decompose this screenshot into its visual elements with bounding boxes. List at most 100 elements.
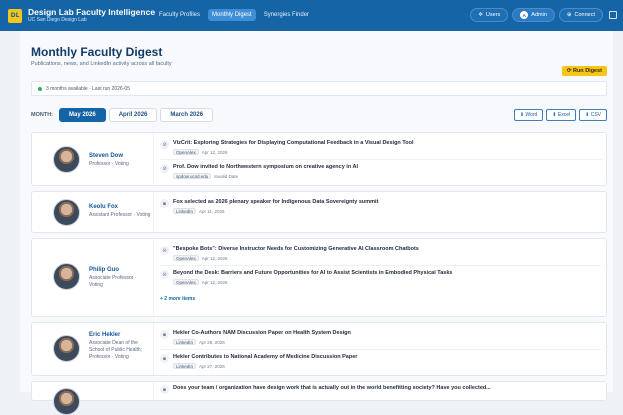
source-tag: LinkedIn bbox=[173, 339, 197, 345]
link-icon: ⊘ bbox=[160, 246, 169, 255]
page-title: Monthly Faculty Digest bbox=[31, 45, 163, 59]
export-csv-label: CSV bbox=[590, 112, 601, 118]
item-title[interactable]: Beyond the Desk: Barriers and Future Opp… bbox=[173, 270, 452, 276]
app-logo: DL bbox=[8, 8, 22, 23]
faculty-card: ▪ Does your team / organization have des… bbox=[31, 381, 607, 415]
users-icon: ✲ bbox=[478, 12, 483, 18]
month-label: MONTH: bbox=[31, 112, 53, 118]
month-april-2026[interactable]: April 2026 bbox=[108, 108, 158, 122]
item-meta: LinkedIn Apr 27, 2026 bbox=[173, 363, 225, 369]
item-divider bbox=[160, 159, 602, 160]
admin-menu-button[interactable]: A Admin bbox=[512, 8, 555, 22]
export-excel-label: Excel bbox=[557, 112, 571, 118]
month-march-2026[interactable]: March 2026 bbox=[160, 108, 214, 122]
export-csv-button[interactable]: ⬇ CSV bbox=[579, 109, 607, 121]
digest-item[interactable]: ⊘ Beyond the Desk: Barriers and Future O… bbox=[160, 270, 600, 286]
faculty-name[interactable]: Steven Dow bbox=[89, 153, 123, 159]
digest-item[interactable]: ⊘ Prof. Dow invited to Northwestern symp… bbox=[160, 164, 600, 180]
item-meta: OpenAlex Apr 12, 2026 bbox=[173, 279, 228, 285]
avatar[interactable] bbox=[53, 388, 80, 415]
faculty-profile bbox=[32, 382, 154, 415]
connect-button[interactable]: ⊕ Connect bbox=[558, 8, 603, 22]
tab-synergies-finder[interactable]: Synergies Finder bbox=[260, 9, 313, 21]
faculty-profile: Philip Guo Associate Professor · Voting bbox=[32, 239, 154, 316]
run-digest-label: Run Digest bbox=[572, 68, 602, 74]
export-buttons: ⬇ Word ⬇ Excel ⬇ CSV bbox=[513, 109, 607, 121]
briefcase-icon: ▪ bbox=[160, 354, 169, 363]
faculty-role: Professor · Voting bbox=[89, 161, 129, 167]
item-date: Apr 28, 2026 bbox=[199, 339, 225, 345]
page-subtitle: Publications, news, and LinkedIn activit… bbox=[31, 61, 172, 67]
tab-faculty-profiles[interactable]: Faculty Profiles bbox=[155, 9, 204, 21]
briefcase-icon: ▪ bbox=[160, 199, 169, 208]
digest-item[interactable]: ▪ Hekler Co-Authors NAM Discussion Paper… bbox=[160, 330, 600, 346]
faculty-role: Associate Dean of the School of Public H… bbox=[89, 340, 143, 360]
item-title[interactable]: "Bespoke Bots": Diverse Instructor Needs… bbox=[173, 246, 419, 252]
run-digest-button[interactable]: ⟳ Run Digest bbox=[561, 66, 607, 76]
faculty-name[interactable]: Philip Guo bbox=[89, 267, 119, 273]
status-text: 3 months available · Last run 2026-05 bbox=[46, 85, 130, 92]
avatar[interactable] bbox=[53, 199, 80, 226]
export-excel-button[interactable]: ⬇ Excel bbox=[546, 109, 577, 121]
faculty-name[interactable]: Eric Hekler bbox=[89, 332, 120, 338]
digest-item[interactable]: ⊘ VizCrit: Exploring Strategies for Disp… bbox=[160, 140, 600, 156]
faculty-card: Steven Dow Professor · Voting ⊘ VizCrit:… bbox=[31, 132, 607, 186]
link-icon: ⊘ bbox=[160, 270, 169, 279]
main-nav: Faculty Profiles Monthly Digest Synergie… bbox=[155, 9, 313, 21]
tab-monthly-digest[interactable]: Monthly Digest bbox=[208, 9, 256, 21]
item-meta: OpenAlex Apr 12, 2026 bbox=[173, 149, 228, 155]
item-meta: OpenAlex Apr 12, 2026 bbox=[173, 255, 228, 261]
source-tag: OpenAlex bbox=[173, 149, 199, 155]
item-title[interactable]: Does your team / organization have desig… bbox=[173, 385, 491, 391]
digest-item[interactable]: ▪ Hekler Contributes to National Academy… bbox=[160, 354, 600, 370]
faculty-role: Associate Professor · Voting bbox=[89, 275, 137, 288]
status-dot-icon bbox=[38, 86, 42, 91]
logout-icon[interactable] bbox=[609, 11, 617, 19]
item-title[interactable]: Hekler Co-Authors NAM Discussion Paper o… bbox=[173, 330, 351, 336]
top-bar: DL Design Lab Faculty Intelligence UC Sa… bbox=[0, 0, 623, 31]
digest-item[interactable]: ▪ Fox selected as 2026 plenary speaker f… bbox=[160, 199, 600, 215]
faculty-card: Eric Hekler Associate Dean of the School… bbox=[31, 322, 607, 376]
more-items-link[interactable]: + 2 more items bbox=[160, 296, 195, 302]
link-icon: ⊘ bbox=[160, 140, 169, 149]
export-word-button[interactable]: ⬇ Word bbox=[513, 109, 544, 121]
top-right-actions: ✲ Users A Admin ⊕ Connect bbox=[470, 8, 617, 22]
item-date: Apr 11, 2026 bbox=[199, 208, 225, 214]
digest-item[interactable]: ⊘ "Bespoke Bots": Diverse Instructor Nee… bbox=[160, 246, 600, 262]
month-may-2026[interactable]: May 2026 bbox=[59, 108, 106, 122]
faculty-profile: Keolu Fox Assistant Professor · Voting bbox=[32, 192, 154, 232]
source-tag: OpenAlex bbox=[173, 279, 199, 285]
item-date: Apr 27, 2026 bbox=[199, 363, 225, 369]
users-label: Users bbox=[485, 12, 501, 18]
brand: Design Lab Faculty Intelligence UC San D… bbox=[28, 6, 156, 24]
briefcase-icon: ▪ bbox=[160, 385, 169, 394]
status-box: 3 months available · Last run 2026-05 bbox=[31, 81, 607, 96]
item-meta: LinkedIn Apr 28, 2026 bbox=[173, 339, 225, 345]
item-divider bbox=[160, 349, 602, 350]
avatar[interactable] bbox=[53, 335, 80, 362]
item-divider bbox=[160, 265, 602, 266]
source-tag: LinkedIn bbox=[173, 208, 197, 214]
link-icon: ⊘ bbox=[160, 164, 169, 173]
connect-label: Connect bbox=[574, 12, 596, 18]
item-title[interactable]: Prof. Dow invited to Northwestern sympos… bbox=[173, 164, 358, 170]
faculty-role: Assistant Professor · Voting bbox=[89, 212, 151, 218]
main-content: Monthly Faculty Digest Publications, new… bbox=[20, 31, 613, 415]
item-meta: LinkedIn Apr 11, 2026 bbox=[173, 208, 224, 214]
faculty-profile: Eric Hekler Associate Dean of the School… bbox=[32, 323, 154, 375]
digest-item[interactable]: ▪ Does your team / organization have des… bbox=[160, 385, 600, 397]
item-date: Apr 12, 2026 bbox=[201, 149, 228, 155]
item-title[interactable]: VizCrit: Exploring Strategies for Displa… bbox=[173, 140, 414, 146]
users-button[interactable]: ✲ Users bbox=[470, 8, 509, 22]
app-title: Design Lab Faculty Intelligence bbox=[28, 6, 156, 17]
item-date: Invalid Date bbox=[214, 173, 239, 179]
faculty-name[interactable]: Keolu Fox bbox=[89, 204, 118, 210]
source-tag: OpenAlex bbox=[173, 255, 199, 261]
app-subtitle: UC San Diego Design Lab bbox=[28, 16, 87, 23]
item-meta: spdow.ucsd.edu Invalid Date bbox=[173, 173, 238, 179]
item-title[interactable]: Hekler Contributes to National Academy o… bbox=[173, 354, 357, 360]
item-title[interactable]: Fox selected as 2026 plenary speaker for… bbox=[173, 199, 378, 205]
avatar[interactable] bbox=[53, 146, 80, 173]
faculty-profile: Steven Dow Professor · Voting bbox=[32, 133, 154, 185]
avatar[interactable] bbox=[53, 263, 80, 290]
